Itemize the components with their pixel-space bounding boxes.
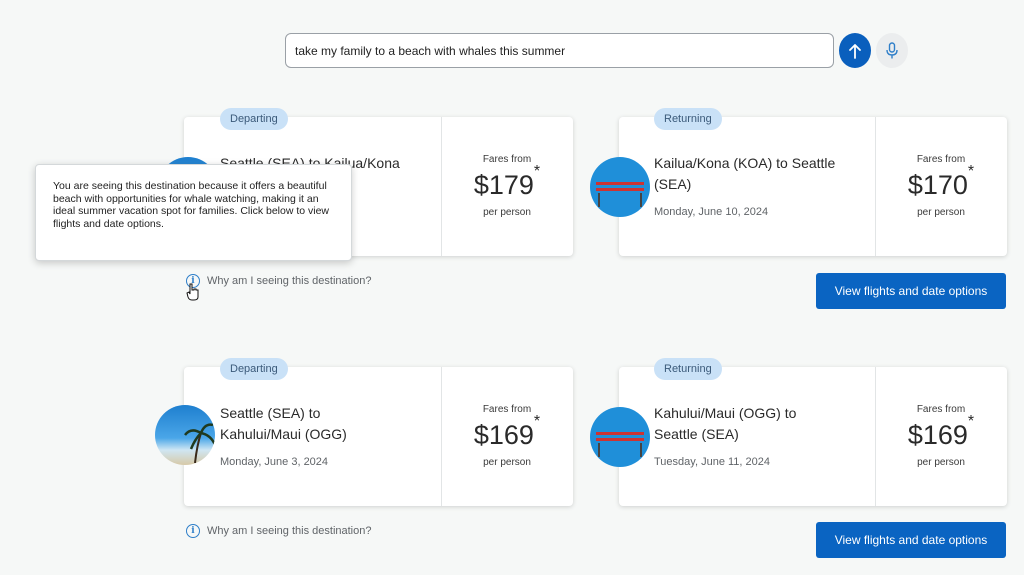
- fare-price: $169*: [473, 413, 541, 450]
- fare-label: Fares from: [916, 154, 966, 165]
- fare-price: $170*: [907, 163, 975, 200]
- fare-per-person: per person: [917, 207, 965, 218]
- destination-tooltip: You are seeing this destination because …: [35, 164, 352, 261]
- arrow-up-icon: [849, 43, 861, 59]
- departing-badge: Departing: [220, 108, 288, 130]
- route-text: Kahului/Maui (OGG) to Seattle (SEA): [654, 405, 797, 442]
- departing-card-2: Seattle (SEA) to Kahului/Maui (OGG) Mond…: [184, 367, 573, 506]
- tooltip-text: You are seeing this destination because …: [53, 180, 330, 230]
- returning-card-1: Kailua/Kona (KOA) to Seattle (SEA) Monda…: [619, 117, 1007, 256]
- returning-card-2: Kahului/Maui (OGG) to Seattle (SEA) Tues…: [619, 367, 1007, 506]
- view-flights-button[interactable]: View flights and date options: [816, 522, 1006, 558]
- microphone-icon: [886, 41, 898, 58]
- why-seeing-link[interactable]: i Why am I seeing this destination?: [186, 274, 371, 288]
- search-input[interactable]: take my family to a beach with whales th…: [285, 33, 834, 68]
- send-button[interactable]: [839, 33, 871, 68]
- departing-badge: Departing: [220, 358, 288, 380]
- destination-thumbnail: [590, 407, 650, 467]
- destination-thumbnail: [590, 157, 650, 217]
- view-flights-button[interactable]: View flights and date options: [816, 273, 1006, 309]
- fare-label: Fares from: [482, 154, 532, 165]
- flight-date: Monday, June 10, 2024: [654, 206, 769, 218]
- flight-date: Monday, June 3, 2024: [220, 456, 329, 468]
- info-icon: i: [186, 524, 200, 538]
- microphone-button[interactable]: [876, 33, 908, 68]
- flight-date: Tuesday, June 11, 2024: [654, 456, 770, 468]
- fare-per-person: per person: [917, 457, 965, 468]
- fare-price: $179*: [473, 163, 541, 200]
- destination-thumbnail: [155, 405, 215, 465]
- search-query: take my family to a beach with whales th…: [295, 43, 566, 58]
- fare-label: Fares from: [482, 404, 532, 415]
- route-text: Seattle (SEA) to Kahului/Maui (OGG): [220, 405, 347, 442]
- fare-per-person: per person: [483, 207, 531, 218]
- fare-label: Fares from: [916, 404, 966, 415]
- route-text: Kailua/Kona (KOA) to Seattle (SEA): [654, 155, 836, 192]
- fare-per-person: per person: [483, 457, 531, 468]
- fare-price: $169*: [907, 413, 975, 450]
- hand-cursor-icon: [186, 283, 199, 301]
- returning-badge: Returning: [654, 108, 722, 130]
- returning-badge: Returning: [654, 358, 722, 380]
- why-seeing-link[interactable]: i Why am I seeing this destination?: [186, 524, 371, 538]
- why-seeing-text: Why am I seeing this destination?: [207, 525, 372, 537]
- why-seeing-text: Why am I seeing this destination?: [207, 275, 372, 287]
